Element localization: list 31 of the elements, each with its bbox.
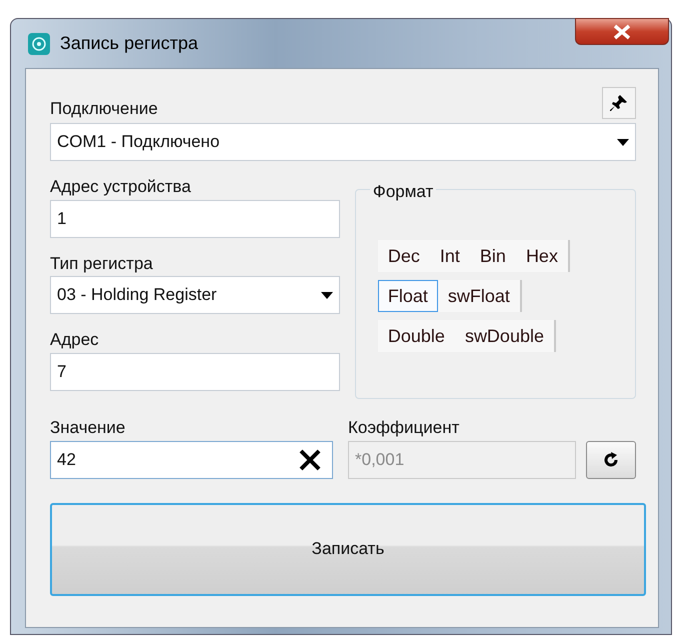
- dropdown-caret-icon: [617, 138, 629, 146]
- close-button[interactable]: [575, 18, 669, 45]
- dropdown-caret-icon: [320, 292, 333, 298]
- format-option[interactable]: Float: [378, 280, 438, 312]
- format-option[interactable]: Bin: [470, 240, 516, 272]
- format-option[interactable]: Double: [378, 320, 455, 352]
- pin-icon: [610, 94, 628, 112]
- clear-icon[interactable]: [299, 448, 321, 470]
- format-option[interactable]: swDouble: [454, 320, 554, 352]
- close-icon: [611, 24, 633, 40]
- coefficient-label: Коэффициент: [348, 418, 460, 438]
- value-field[interactable]: 42: [50, 440, 333, 478]
- address-label: Адрес: [50, 330, 99, 350]
- format-option[interactable]: Int: [430, 240, 470, 272]
- register-type-label: Тип регистра: [50, 254, 153, 274]
- write-button[interactable]: Записать: [50, 502, 646, 596]
- register-type-dropdown[interactable]: 03 - Holding Register: [50, 276, 340, 314]
- address-field[interactable]: 7: [50, 352, 340, 390]
- connection-dropdown[interactable]: COM1 - Подключено: [50, 123, 636, 161]
- refresh-icon: [603, 452, 619, 468]
- format-option[interactable]: swFloat: [438, 280, 520, 312]
- window-title: Запись регистра: [60, 32, 198, 55]
- device-address-label: Адрес устройства: [50, 177, 191, 197]
- connection-label: Подключение: [50, 99, 158, 119]
- refresh-button[interactable]: [586, 440, 636, 478]
- app-icon: [28, 32, 50, 54]
- value-label: Значение: [50, 418, 126, 438]
- format-option[interactable]: Dec: [378, 240, 430, 272]
- device-address-field[interactable]: 1: [50, 200, 340, 238]
- pin-button[interactable]: [602, 87, 636, 119]
- format-option[interactable]: Hex: [516, 240, 568, 272]
